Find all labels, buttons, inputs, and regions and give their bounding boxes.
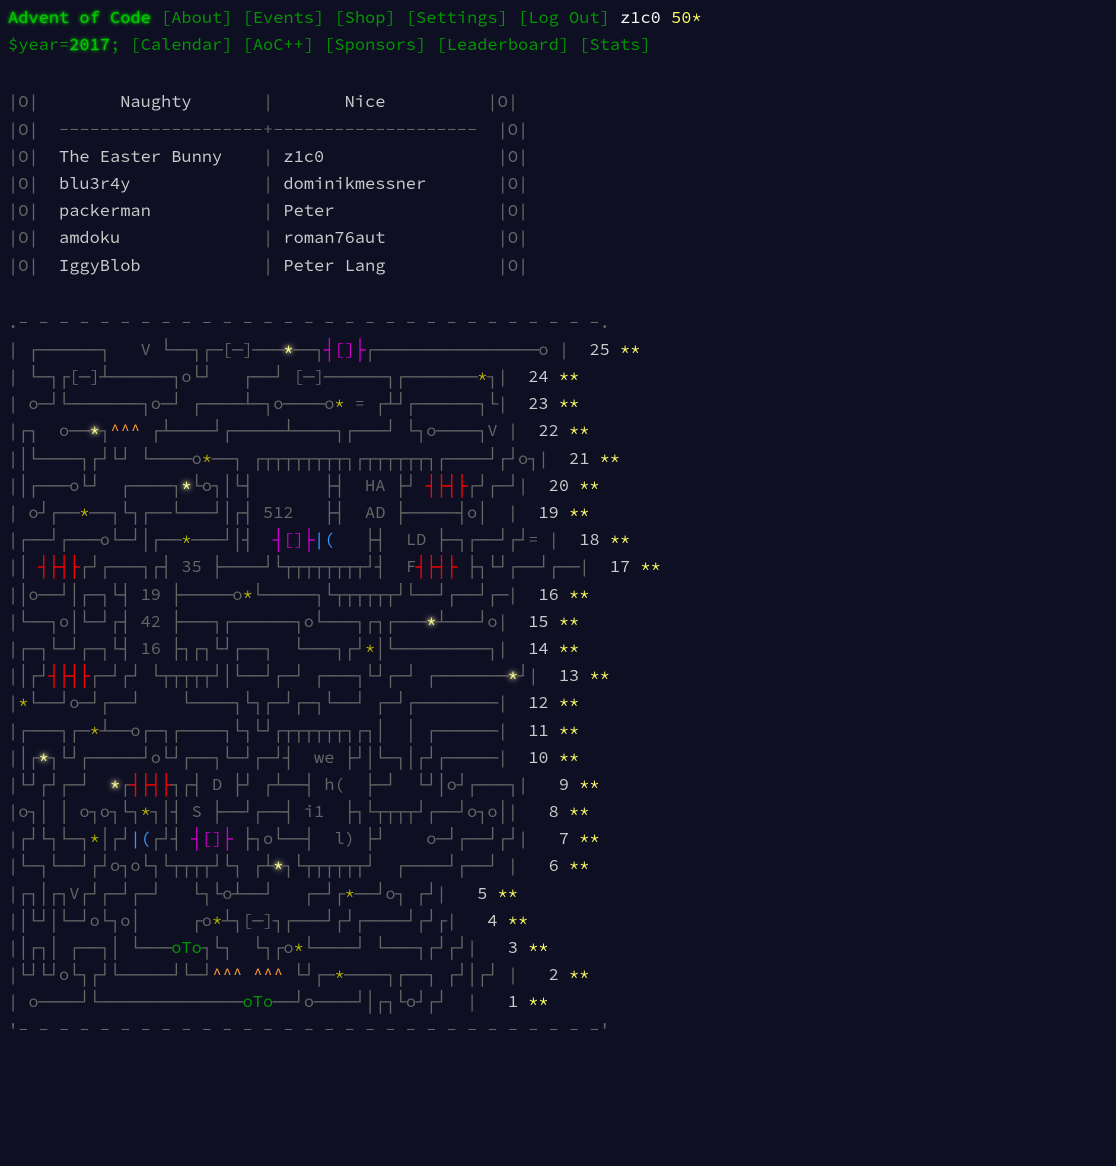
- day-stars: **: [610, 528, 630, 550]
- day-stars: **: [620, 338, 640, 360]
- day-number: 17: [610, 553, 630, 580]
- calendar-day-8[interactable]: |o┐│ │ o┐o┐└┐*┐│┤ S ├──┘┌──┤ i1 ├┐└┬┬┬┬┘…: [8, 798, 1108, 825]
- nav-logout[interactable]: [Log Out]: [518, 6, 610, 28]
- day-number: 23: [528, 390, 548, 417]
- day-number: 6: [538, 852, 558, 879]
- calendar-day-19[interactable]: | o┘┌──*──┐└┐┌──└───┘│┌┤ 512 ├┤ AD ├────…: [8, 499, 1108, 526]
- calendar-day-25[interactable]: | ┌──────┐ V └──┐┌─[─]───*──┐┤[]├┌──────…: [8, 336, 1108, 363]
- day-stars: **: [579, 773, 599, 795]
- day-stars: **: [559, 691, 579, 713]
- day-stars: **: [559, 392, 579, 414]
- day-stars: **: [528, 936, 548, 958]
- day-stars: **: [569, 501, 589, 523]
- calendar-border-top: .- - - - - - - - - - - - - - - - - - - -…: [8, 309, 1108, 336]
- user-name: z1c0: [620, 6, 661, 28]
- day-stars: **: [569, 800, 589, 822]
- day-number: 19: [538, 499, 558, 526]
- day-stars: **: [498, 882, 518, 904]
- calendar-day-1[interactable]: | o────┘└──────────────oTo──┘o────┘│┌┐└o…: [8, 988, 1108, 1015]
- naughty-nice-list: |O| Naughty | Nice |O| |O| -------------…: [8, 88, 1108, 278]
- calendar-day-4[interactable]: |│└┘│└─┘o└┐o│ ┌o*┴┐[─]┐┌───┘┌┘┌────┘┌┘┌|…: [8, 907, 1108, 934]
- day-number: 14: [528, 635, 548, 662]
- calendar-day-12[interactable]: |*└──┘o─┘┌──┘ └────┐└┐┌─┘┌─┐└──┘ ┌─┘┌───…: [8, 689, 1108, 716]
- day-stars: **: [559, 719, 579, 741]
- day-stars: **: [579, 827, 599, 849]
- day-number: 18: [579, 526, 599, 553]
- year-prefix: $year=: [8, 33, 69, 55]
- header-row-1: Advent of Code [About] [Events] [Shop] […: [8, 4, 1108, 31]
- calendar-day-11[interactable]: |┌───┐┌─*┴──o┌─┐┌────┐└┐└┘┌┬┬┬┬┬┬┐┌┐│ │ …: [8, 717, 1108, 744]
- day-number: 12: [528, 689, 548, 716]
- calendar-day-18[interactable]: |┌──┘┌───o└─┘│┌──*───┘│┤ ┤[]├|( ├┤ LD ├─…: [8, 526, 1108, 553]
- day-stars: **: [589, 664, 609, 686]
- calendar-day-10[interactable]: |│┌*┐└┘┌─────┘o└┘┌──┐└─┘┌─┘┤ we ├┘│└─┐│┌…: [8, 744, 1108, 771]
- day-stars: **: [569, 963, 589, 985]
- nav-aocpp[interactable]: [AoC++]: [243, 33, 314, 55]
- day-number: 8: [538, 798, 558, 825]
- calendar-day-9[interactable]: |└┘┌┘┌─┘ *┌┤├┤├┐┌┤ D ├┘ ┌┴──┤ h( ├─┘ └┘│…: [8, 771, 1108, 798]
- day-number: 24: [528, 363, 548, 390]
- nav-events[interactable]: [Events]: [243, 6, 325, 28]
- header-row-2: $year=2017; [Calendar] [AoC++] [Sponsors…: [8, 31, 1108, 58]
- day-number: 3: [498, 934, 518, 961]
- day-stars: **: [508, 909, 528, 931]
- day-number: 2: [538, 961, 558, 988]
- calendar-day-14[interactable]: |┌─┐└─┘┌─┐└┤ 16 ├┐┌┐└┘┌──┐ └───┐┌┘*│└───…: [8, 635, 1108, 662]
- site-title[interactable]: Advent of Code: [8, 6, 151, 28]
- calendar-day-17[interactable]: |│ ┤├┤├┌┘┌───┐┌┤ 35 ├────┘└┬┬┬┬┬┬┬┬┘┤ F┤…: [8, 553, 1108, 580]
- nav-sponsors[interactable]: [Sponsors]: [324, 33, 426, 55]
- calendar-day-15[interactable]: |└──┐o│└─┘┌┤ 42 ├───┐┌──────┐o└───┐┌┐┌──…: [8, 608, 1108, 635]
- day-number: 21: [569, 445, 589, 472]
- calendar-day-22[interactable]: |┌┐ o──*┐^^^ ┌┴────┘┌─────┴────┐┌───┘ └┐…: [8, 417, 1108, 444]
- day-number: 5: [467, 880, 487, 907]
- day-stars: **: [559, 637, 579, 659]
- nav-leaderboard[interactable]: [Leaderboard]: [436, 33, 569, 55]
- calendar-day-6[interactable]: |└─┐└──┘┌┘o┐o└┐└┬┬┬┬┘└┐ ┌┴*┐└┬┬┬┬┬┬┘ ┌──…: [8, 852, 1108, 879]
- day-number: 13: [559, 662, 579, 689]
- calendar-day-5[interactable]: |┌┐│┌┐V┌┘┌─┘┌─┘ └┐└o┴──┘ ┌─┘┌*──┘o┐ ┌┘| …: [8, 880, 1108, 907]
- day-stars: **: [559, 610, 579, 632]
- year-suffix: ;: [110, 33, 120, 55]
- day-stars: **: [569, 854, 589, 876]
- calendar-day-2[interactable]: |└┘└┘o└┐┌┘└─────┘└─┘^^^ ^^^ └┘┌─*────┐┌─…: [8, 961, 1108, 988]
- calendar-day-7[interactable]: |┌┘└┐└─┐*│┌┘|(┌┘┤ ┤[]├ ├┐o└──┤ l) ├┘ o─┘…: [8, 825, 1108, 852]
- calendar-day-24[interactable]: | └─┐┌[─]┴──────┐o└┘ ┌──┘ [─]──────┐┌───…: [8, 363, 1108, 390]
- day-number: 4: [477, 907, 497, 934]
- day-stars: **: [569, 419, 589, 441]
- day-stars: **: [600, 447, 620, 469]
- day-number: 16: [538, 581, 558, 608]
- nav-calendar[interactable]: [Calendar]: [130, 33, 232, 55]
- calendar-day-16[interactable]: |│o──┘│┌─┐└┤ 19 ├─────o*└─────┐└┬┬┬┬┬┬┘└…: [8, 581, 1108, 608]
- nav-settings[interactable]: [Settings]: [406, 6, 508, 28]
- calendar-day-21[interactable]: |│└────┐┌┘└┘ └────o*──┐ ┌┬┬┬┬┬┬┬┬┐┌┬┬┬┬┬…: [8, 445, 1108, 472]
- day-number: 1: [498, 988, 518, 1015]
- nav-stats[interactable]: [Stats]: [579, 33, 650, 55]
- day-number: 9: [549, 771, 569, 798]
- calendar-day-23[interactable]: | o─┘└───────┐o─┘ ┌────┴─┐o────o* = ┌┴┘┌…: [8, 390, 1108, 417]
- day-stars: **: [579, 474, 599, 496]
- nav-shop[interactable]: [Shop]: [334, 6, 395, 28]
- nav-about[interactable]: [About]: [161, 6, 232, 28]
- day-number: 25: [589, 336, 609, 363]
- day-number: 20: [549, 472, 569, 499]
- day-stars: **: [559, 365, 579, 387]
- day-stars: **: [528, 990, 548, 1012]
- day-number: 15: [528, 608, 548, 635]
- day-number: 22: [538, 417, 558, 444]
- day-number: 10: [528, 744, 548, 771]
- calendar: .- - - - - - - - - - - - - - - - - - - -…: [8, 309, 1108, 1043]
- day-stars: **: [640, 555, 660, 577]
- day-number: 11: [528, 717, 548, 744]
- calendar-day-20[interactable]: |│┌───o└┘ ┌────┐*└o┐│└┤ ├┤ HA ├┘ ┤├┤├┌┘┌…: [8, 472, 1108, 499]
- day-stars: **: [559, 746, 579, 768]
- calendar-day-3[interactable]: |│┌┐│ ┌──┐│ └───oTo┐└┐ └┐┌o*└────┘ └───┐…: [8, 934, 1108, 961]
- calendar-day-13[interactable]: |│┌┘┤├┤├┌─┘┌┘ └┬┬┬┬┬┘│└──┘┌─┘ ┌───┐└┘┌─┘…: [8, 662, 1108, 689]
- calendar-border-bottom: '- - - - - - - - - - - - - - - - - - - -…: [8, 1016, 1108, 1043]
- year-value[interactable]: 2017: [69, 33, 110, 55]
- day-number: 7: [549, 825, 569, 852]
- star-count: 50*: [671, 6, 702, 28]
- day-stars: **: [569, 583, 589, 605]
